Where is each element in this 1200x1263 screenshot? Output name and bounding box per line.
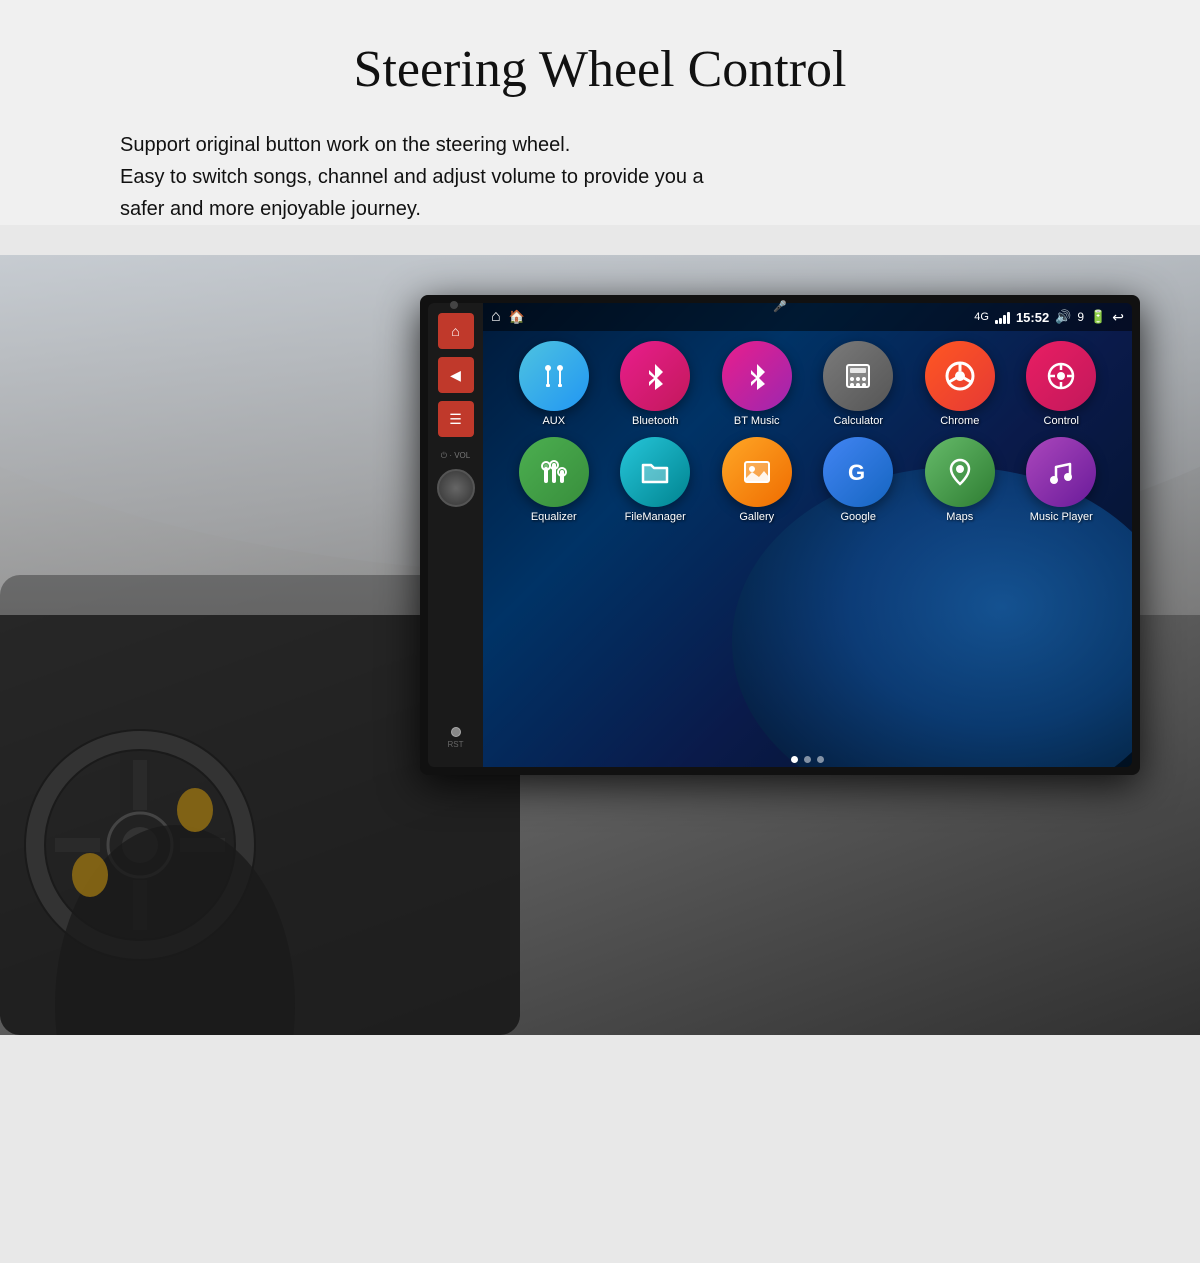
left-panel: ⌂ ◀ ☰ ⏻ · VOL RST xyxy=(428,303,483,767)
app-circle-aux xyxy=(519,341,589,411)
description-text: Support original button work on the stee… xyxy=(120,129,1140,225)
house-icon: 🏠 xyxy=(509,309,525,325)
app-circle-gallery xyxy=(722,437,792,507)
app-circle-calculator xyxy=(823,341,893,411)
battery-icon: 🔋 xyxy=(1090,309,1106,325)
app-label-filemanager: FileManager xyxy=(625,511,686,523)
main-screen: ⌂ 🏠 4G 15:52 🔊 9 🔋 xyxy=(483,303,1132,767)
page-dot-1[interactable] xyxy=(804,756,811,763)
volume-icon: 🔊 xyxy=(1055,309,1071,325)
app-label-aux: AUX xyxy=(542,415,565,427)
page-dot-0[interactable] xyxy=(791,756,798,763)
mic-icon: 🎤 xyxy=(773,300,787,313)
app-circle-musicplayer xyxy=(1026,437,1096,507)
app-icon-aux[interactable]: AUX xyxy=(509,341,599,427)
app-icon-musicplayer[interactable]: Music Player xyxy=(1016,437,1106,523)
app-circle-maps xyxy=(925,437,995,507)
app-circle-filemanager xyxy=(620,437,690,507)
app-row-2: Equalizer FileManager Gallery G Google M… xyxy=(503,437,1112,523)
page-title: Steering Wheel Control xyxy=(60,40,1140,99)
app-icon-gallery[interactable]: Gallery xyxy=(712,437,802,523)
top-section: Steering Wheel Control Support original … xyxy=(0,0,1200,225)
back-nav-icon[interactable]: ↩ xyxy=(1112,309,1124,326)
app-circle-chrome xyxy=(925,341,995,411)
app-icon-maps[interactable]: Maps xyxy=(915,437,1005,523)
app-label-gallery: Gallery xyxy=(739,511,774,523)
app-circle-btmusic xyxy=(722,341,792,411)
menu-button[interactable]: ☰ xyxy=(438,401,474,437)
app-label-maps: Maps xyxy=(946,511,973,523)
app-icon-calculator[interactable]: Calculator xyxy=(813,341,903,427)
app-circle-google: G xyxy=(823,437,893,507)
app-icon-btmusic[interactable]: BT Music xyxy=(712,341,802,427)
dots-indicator xyxy=(483,752,1132,767)
status-bar: ⌂ 🏠 4G 15:52 🔊 9 🔋 xyxy=(483,303,1132,331)
app-label-control: Control xyxy=(1044,415,1079,427)
app-label-btmusic: BT Music xyxy=(734,415,780,427)
back-button[interactable]: ◀ xyxy=(438,357,474,393)
app-icon-chrome[interactable]: Chrome xyxy=(915,341,1005,427)
svg-text:G: G xyxy=(848,460,865,485)
head-unit-body: ⌂ ◀ ☰ ⏻ · VOL RST ⌂ 🏠 4 xyxy=(428,303,1132,767)
app-circle-equalizer xyxy=(519,437,589,507)
app-icon-equalizer[interactable]: Equalizer xyxy=(509,437,599,523)
rst-label: RST xyxy=(448,740,464,749)
signal-bar-2 xyxy=(999,318,1002,324)
app-icon-control[interactable]: Control xyxy=(1016,341,1106,427)
app-circle-control xyxy=(1026,341,1096,411)
app-icon-google[interactable]: G Google xyxy=(813,437,903,523)
status-right: 4G 15:52 🔊 9 🔋 ↩ xyxy=(974,309,1124,326)
app-circle-bluetooth xyxy=(620,341,690,411)
app-label-calculator: Calculator xyxy=(833,415,883,427)
rst-dot[interactable] xyxy=(451,727,461,737)
camera-dot xyxy=(450,301,458,309)
head-unit: 🎤 ⌂ ◀ ☰ ⏻ · VOL RST ⌂ xyxy=(420,295,1140,775)
app-label-equalizer: Equalizer xyxy=(531,511,577,523)
app-grid: AUX Bluetooth BT Music Calculator Chrome… xyxy=(483,331,1132,752)
car-section: 🎤 ⌂ ◀ ☰ ⏻ · VOL RST ⌂ xyxy=(0,255,1200,1035)
description-line3: safer and more enjoyable journey. xyxy=(120,198,421,220)
signal-label: 4G xyxy=(974,311,989,323)
signal-bar-3 xyxy=(1003,315,1006,324)
time-display: 15:52 xyxy=(1016,310,1049,325)
battery-level: 9 xyxy=(1077,310,1084,324)
app-label-chrome: Chrome xyxy=(940,415,979,427)
signal-bars xyxy=(995,310,1010,324)
signal-bar-4 xyxy=(1007,312,1010,324)
home-button[interactable]: ⌂ xyxy=(438,313,474,349)
home-icon: ⌂ xyxy=(491,308,501,326)
signal-bar-1 xyxy=(995,320,998,324)
app-label-bluetooth: Bluetooth xyxy=(632,415,678,427)
description-line2: Easy to switch songs, channel and adjust… xyxy=(120,166,704,188)
app-label-musicplayer: Music Player xyxy=(1030,511,1093,523)
vol-knob[interactable] xyxy=(437,469,475,507)
vol-label: ⏻ · VOL xyxy=(441,451,470,461)
app-row-1: AUX Bluetooth BT Music Calculator Chrome… xyxy=(503,341,1112,427)
app-label-google: Google xyxy=(841,511,876,523)
page-dot-2[interactable] xyxy=(817,756,824,763)
description-line1: Support original button work on the stee… xyxy=(120,134,570,156)
app-icon-filemanager[interactable]: FileManager xyxy=(610,437,700,523)
app-icon-bluetooth[interactable]: Bluetooth xyxy=(610,341,700,427)
